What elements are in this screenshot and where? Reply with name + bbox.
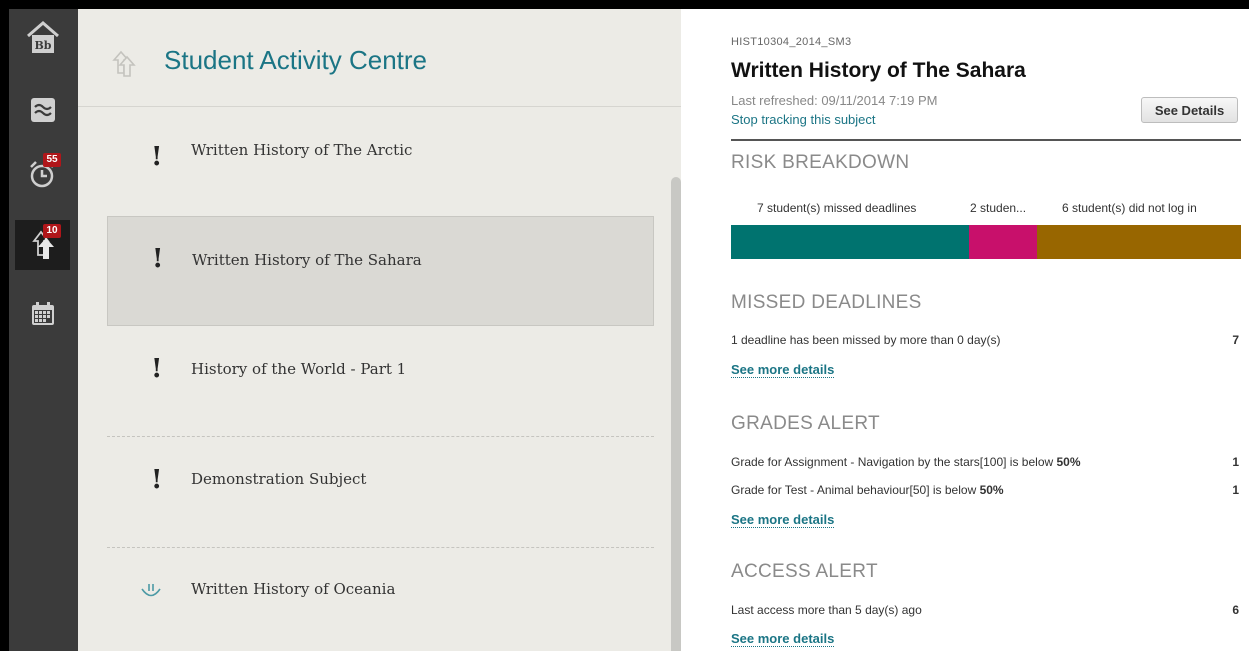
risk-segment-grades[interactable] xyxy=(969,225,1037,259)
blackboard-home-icon: Bb xyxy=(26,21,59,53)
risk-label-access: 6 student(s) did not log in xyxy=(1062,201,1197,215)
risk-segment-missed[interactable] xyxy=(731,225,969,259)
risk-alert-icon: ! xyxy=(151,465,163,495)
risk-label-grades: 2 studen... xyxy=(970,201,1027,215)
list-header: Student Activity Centre xyxy=(78,9,681,107)
subject-name: Written History of Oceania xyxy=(191,580,396,598)
risk-label-missed: 7 student(s) missed deadlines xyxy=(757,201,917,215)
grade-alert-count: 1 xyxy=(1232,483,1239,497)
subject-name: Written History of The Arctic xyxy=(191,141,413,159)
subject-item-oceania[interactable]: Written History of Oceania xyxy=(107,548,654,651)
subject-name: Written History of The Sahara xyxy=(192,251,422,269)
missed-see-more-link[interactable]: See more details xyxy=(731,362,835,378)
see-details-button[interactable]: See Details xyxy=(1141,97,1238,123)
grades-see-more-link[interactable]: See more details xyxy=(731,512,835,528)
subject-list-panel: Student Activity Centre ! Written Histor… xyxy=(78,9,681,651)
risk-alert-icon: ! xyxy=(152,244,164,274)
subject-detail-panel: HIST10304_2014_SM3 Written History of Th… xyxy=(681,9,1249,651)
risk-alert-icon: ! xyxy=(151,354,163,384)
activity-stream-icon xyxy=(30,98,55,122)
retention-arrows-icon xyxy=(112,50,136,77)
activity-stream-button[interactable] xyxy=(15,85,70,135)
grade-alert-row: Grade for Test - Animal behaviour[50] is… xyxy=(731,483,1004,497)
student-activity-badge: 10 xyxy=(43,224,61,238)
stop-tracking-link[interactable]: Stop tracking this subject xyxy=(731,112,876,127)
subject-item-world[interactable]: ! History of the World - Part 1 xyxy=(107,326,654,436)
risk-alert-icon: ! xyxy=(151,142,163,172)
missed-deadline-row: 1 deadline has been missed by more than … xyxy=(731,333,1001,347)
icon-rail: Bb 55 10 xyxy=(9,9,78,651)
access-see-more-link[interactable]: See more details xyxy=(731,631,835,647)
subject-code: HIST10304_2014_SM3 xyxy=(731,36,852,48)
risk-segment-access[interactable] xyxy=(1037,225,1241,259)
subject-title: Written History of The Sahara xyxy=(731,59,1026,82)
subject-name: Demonstration Subject xyxy=(191,470,367,488)
list-scrollbar[interactable] xyxy=(671,177,681,651)
page-title: Student Activity Centre xyxy=(164,45,428,75)
subject-name: History of the World - Part 1 xyxy=(191,360,407,378)
last-refreshed: Last refreshed: 09/11/2014 7:19 PM xyxy=(731,93,938,108)
due-dates-button[interactable]: 55 xyxy=(15,149,70,199)
risk-breakdown-bar xyxy=(731,225,1241,259)
access-alert-row: Last access more than 5 day(s) ago xyxy=(731,603,922,617)
subject-item-demonstration[interactable]: ! Demonstration Subject xyxy=(107,437,654,547)
grades-alert-heading: GRADES ALERT xyxy=(731,413,880,434)
due-dates-badge: 55 xyxy=(43,153,61,167)
grade-alert-count: 1 xyxy=(1232,455,1239,469)
missed-deadline-count: 7 xyxy=(1232,333,1239,347)
calendar-icon xyxy=(31,302,54,325)
header-divider xyxy=(731,139,1241,141)
blackboard-home-button[interactable]: Bb xyxy=(15,13,70,63)
access-alert-heading: ACCESS ALERT xyxy=(731,561,878,582)
missed-deadlines-heading: MISSED DEADLINES xyxy=(731,292,922,313)
calendar-button[interactable] xyxy=(15,289,70,339)
risk-breakdown-heading: RISK BREAKDOWN xyxy=(731,152,910,173)
app-window: Bb 55 10 Student Activity Centre ! Writt… xyxy=(9,9,1249,651)
student-activity-button[interactable]: 10 xyxy=(15,220,70,270)
access-alert-count: 6 xyxy=(1232,603,1239,617)
grade-alert-row: Grade for Assignment - Navigation by the… xyxy=(731,455,1081,469)
subject-item-sahara[interactable]: ! Written History of The Sahara xyxy=(107,216,654,326)
subject-item-arctic[interactable]: ! Written History of The Arctic xyxy=(107,108,654,218)
smile-ok-icon xyxy=(141,584,161,597)
svg-text:Bb: Bb xyxy=(34,39,51,52)
